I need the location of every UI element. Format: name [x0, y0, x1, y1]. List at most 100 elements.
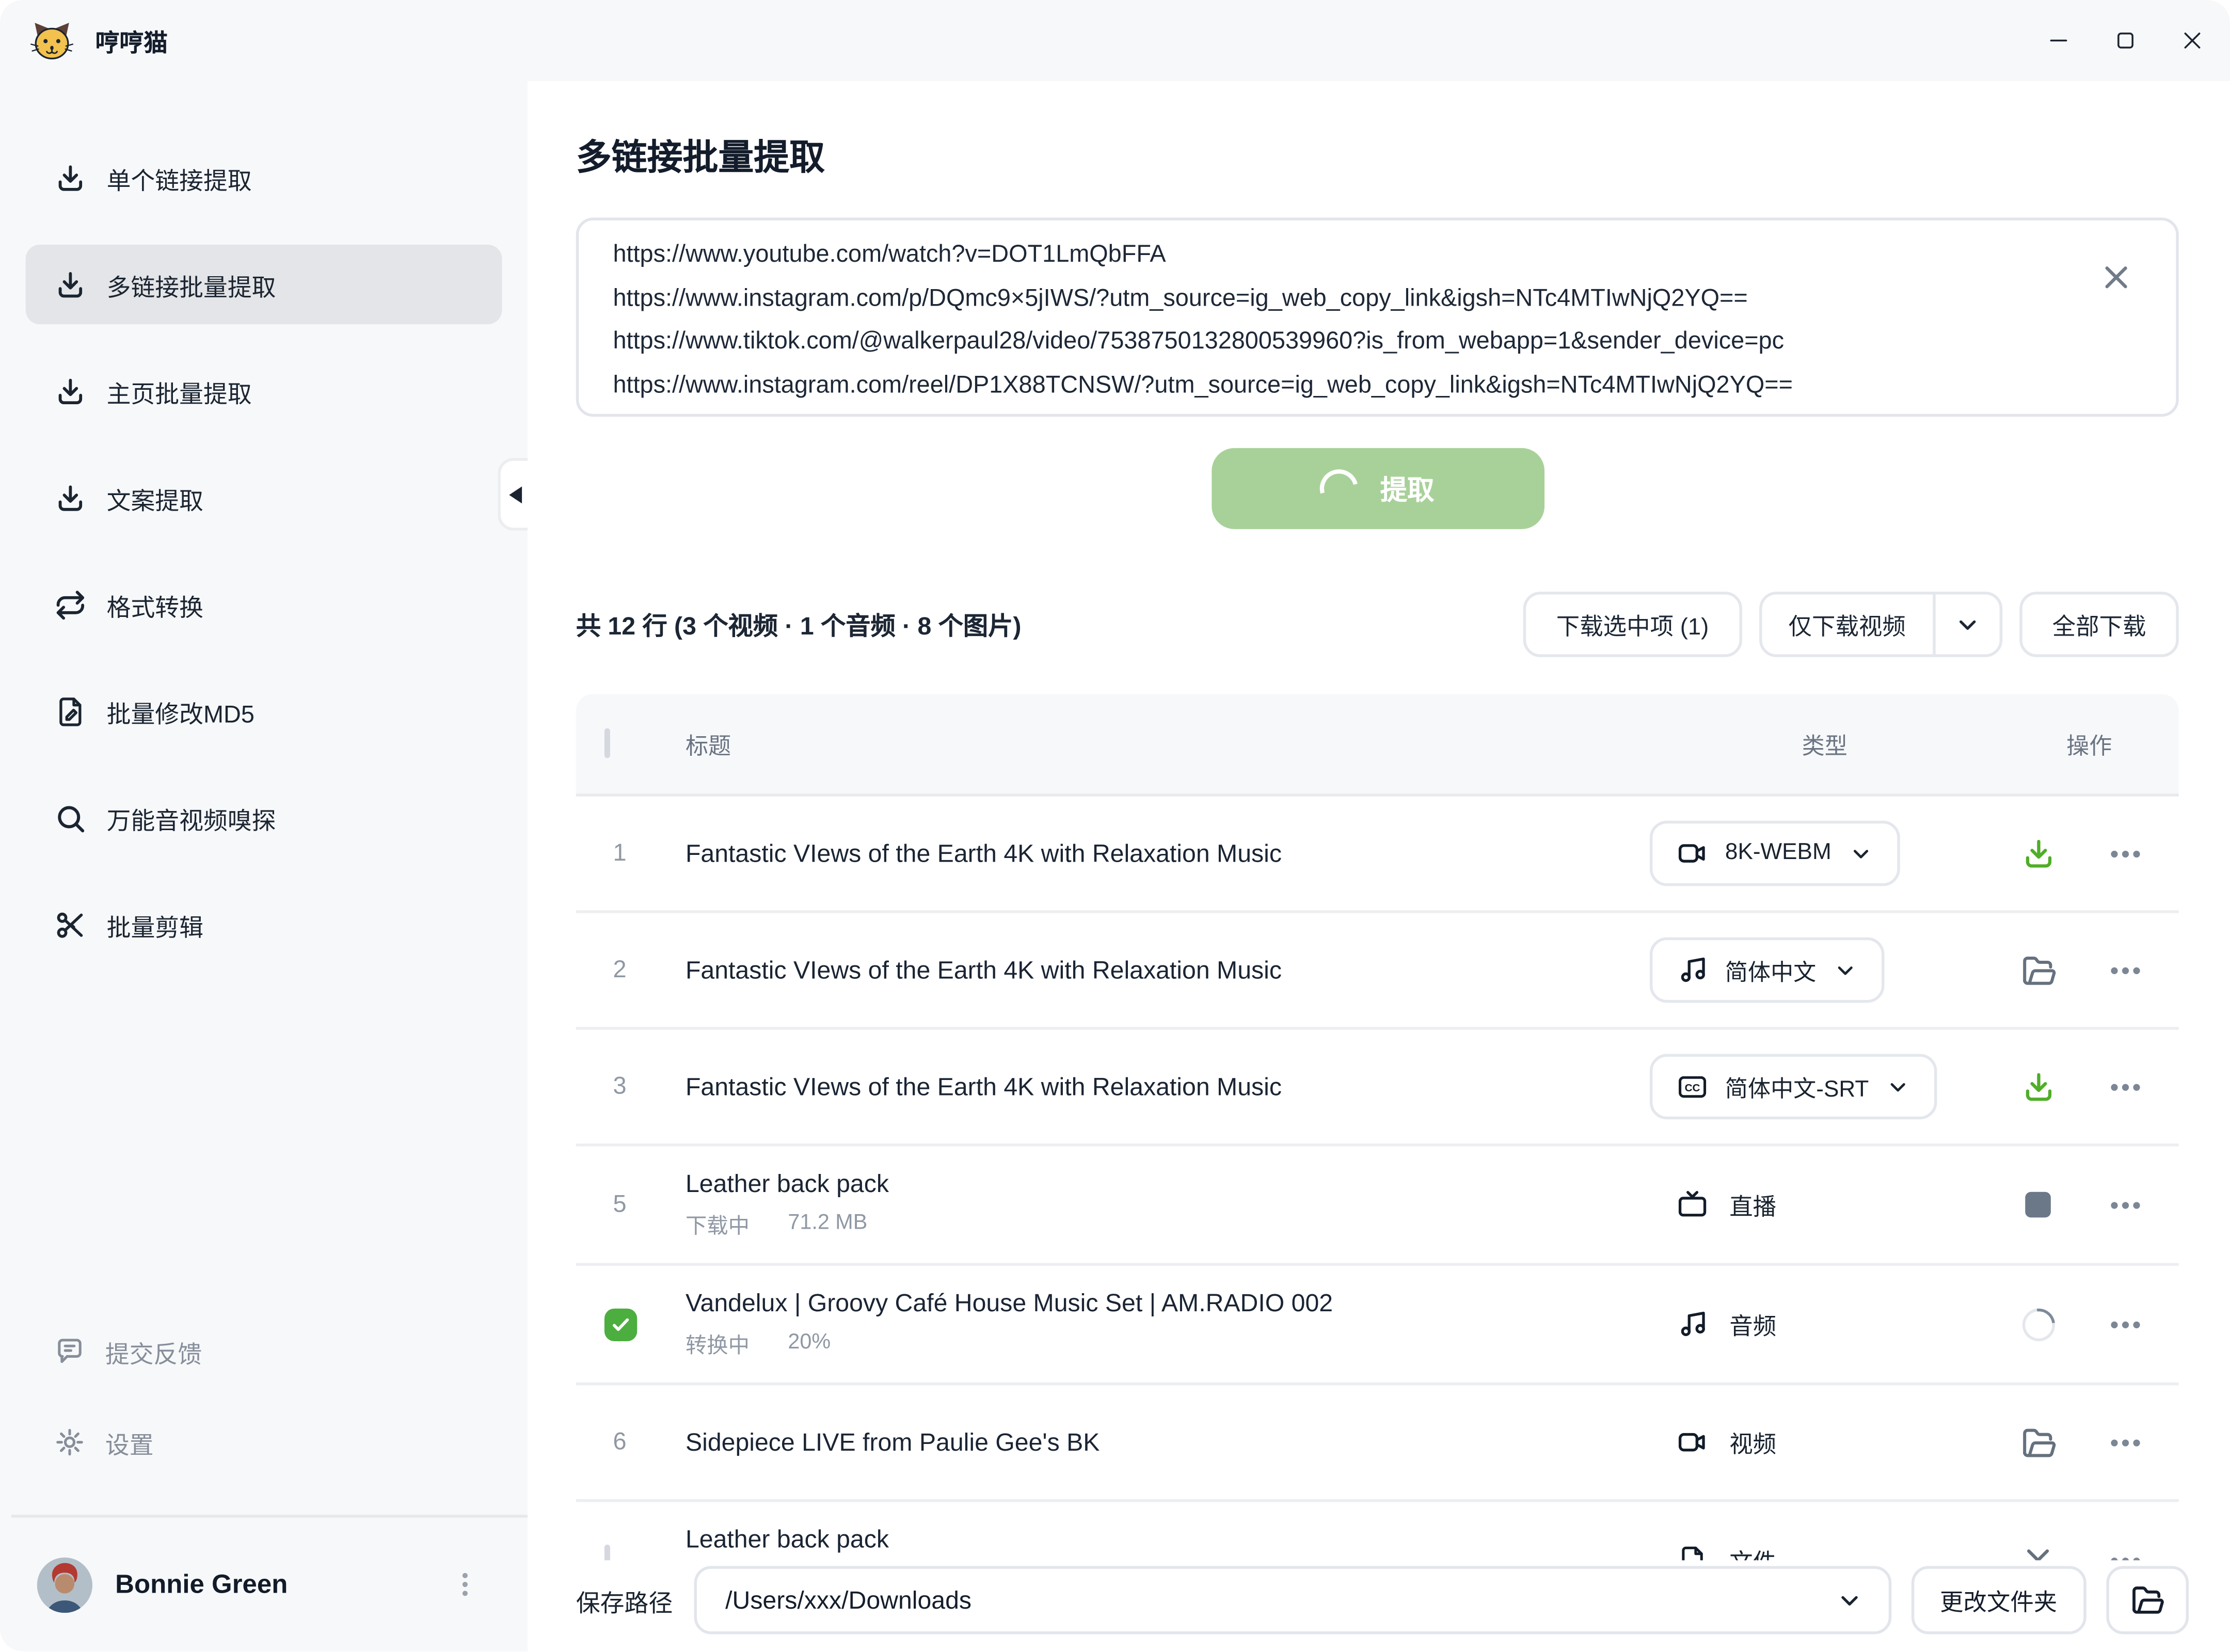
extract-button[interactable]: 提取 [1211, 448, 1544, 529]
status-detail: 20% [788, 1330, 831, 1360]
avatar [37, 1556, 92, 1612]
close-window-icon[interactable] [2180, 28, 2205, 53]
sidebar-item-single-link-extract[interactable]: 单个链接提取 [26, 138, 502, 217]
row-index: 3 [604, 1072, 627, 1099]
table-row: 6 Sidepiece LIVE from Paulie Gee's BK 视频 [576, 1385, 2179, 1502]
url-line: https://www.tiktok.com/@walkerpaul28/vid… [613, 320, 2076, 363]
url-input[interactable]: https://www.youtube.com/watch?v=DOT1LmQb… [576, 218, 2179, 417]
header-title: 标题 [686, 727, 1650, 761]
chevron-down-icon [1886, 1074, 1910, 1099]
row-title: Fantastic VIews of the Earth 4K with Rel… [686, 955, 1650, 985]
more-button[interactable] [2106, 835, 2143, 872]
sidebar-collapse-handle[interactable] [498, 458, 530, 531]
row-status: 下载中 71.2 MB [686, 1211, 1650, 1241]
gear-icon [54, 1426, 86, 1458]
table-row: 3 Fantastic VIews of the Earth 4K with R… [576, 1030, 2179, 1147]
ellipsis-icon [2107, 1069, 2143, 1104]
minimize-icon[interactable] [2047, 28, 2071, 53]
download-video-only-split-button[interactable]: 仅下载视频 [1759, 592, 2002, 657]
convert-icon [54, 588, 87, 621]
sidebar-item-label: 批量剪辑 [107, 907, 203, 942]
sidebar-item-multi-link-batch-extract[interactable]: 多链接批量提取 [26, 245, 502, 324]
settings-label: 设置 [105, 1424, 154, 1460]
header-action: 操作 [2000, 727, 2179, 761]
status-text: 转换中 [686, 1330, 750, 1360]
open-folder-button[interactable] [2019, 1424, 2057, 1461]
feedback-button[interactable]: 提交反馈 [26, 1323, 502, 1379]
more-button[interactable] [2106, 1068, 2143, 1105]
folder-open-icon [2020, 1424, 2056, 1460]
download-icon [54, 268, 87, 300]
video-icon [1677, 838, 1708, 869]
more-button[interactable] [2106, 1424, 2143, 1461]
sidebar: 单个链接提取 多链接批量提取 主页批量提取 文案提取 格式转换 批量修改MD5 [0, 81, 528, 1651]
scissors-icon [54, 908, 87, 941]
save-path-select[interactable]: /Users/xxx/Downloads [694, 1566, 1891, 1634]
row-title: Leather back pack [686, 1524, 1650, 1554]
row-index: 2 [604, 956, 627, 982]
sidebar-item-batch-modify-md5[interactable]: 批量修改MD5 [26, 671, 502, 751]
maximize-icon[interactable] [2113, 28, 2138, 53]
more-button[interactable] [2106, 951, 2143, 989]
row-title: Fantastic VIews of the Earth 4K with Rel… [686, 1072, 1650, 1102]
download-selected-button[interactable]: 下载选中项 (1) [1523, 592, 1741, 657]
music-icon [1677, 955, 1708, 986]
type-label-group: 直播 [1650, 1188, 2000, 1222]
row-status: 转换中 20% [686, 1330, 1650, 1360]
header-type: 类型 [1650, 727, 2000, 761]
type-label: 音频 [1729, 1307, 1776, 1341]
open-save-folder-button[interactable] [2106, 1566, 2188, 1634]
row-checkbox-checked[interactable] [604, 1308, 637, 1340]
more-button[interactable] [2106, 1306, 2143, 1343]
stop-button[interactable] [2019, 1186, 2057, 1224]
video-only-dropdown[interactable] [1936, 611, 2000, 638]
titlebar: 哼哼猫 [0, 0, 2230, 81]
more-button[interactable] [2106, 1186, 2143, 1224]
search-icon [54, 801, 87, 834]
main-content: 多链接批量提取 https://www.youtube.com/watch?v=… [528, 81, 2230, 1651]
sidebar-item-batch-clip[interactable]: 批量剪辑 [26, 885, 502, 964]
extract-button-label: 提取 [1380, 469, 1435, 507]
settings-button[interactable]: 设置 [26, 1414, 502, 1471]
sidebar-item-copywriting-extract[interactable]: 文案提取 [26, 458, 502, 537]
format-dropdown[interactable]: 简体中文-SRT [1650, 1054, 1937, 1120]
ellipsis-icon [2107, 836, 2143, 871]
user-menu-dots-icon[interactable] [451, 1570, 479, 1599]
row-title: Vandelux | Groovy Café House Music Set |… [686, 1289, 1650, 1319]
format-label: 简体中文 [1725, 953, 1816, 987]
open-folder-button[interactable] [2019, 951, 2057, 989]
sidebar-footer: 提交反馈 设置 [0, 1323, 528, 1651]
folder-open-icon [2130, 1583, 2164, 1617]
download-all-button[interactable]: 全部下载 [2019, 592, 2179, 657]
sidebar-item-format-convert[interactable]: 格式转换 [26, 565, 502, 644]
status-detail: 71.2 MB [788, 1211, 867, 1241]
chat-bubble-icon [54, 1336, 86, 1367]
table-row: 5 Leather back pack 下载中 71.2 MB 直播 [576, 1147, 2179, 1266]
select-all-checkbox[interactable] [604, 728, 610, 758]
format-dropdown[interactable]: 简体中文 [1650, 938, 1885, 1003]
feedback-label: 提交反馈 [105, 1333, 202, 1369]
file-edit-icon [54, 695, 87, 727]
clear-input-icon[interactable] [2099, 260, 2133, 294]
download-icon [54, 375, 87, 407]
download-button[interactable] [2019, 1068, 2057, 1105]
format-dropdown[interactable]: 8K-WEBM [1650, 821, 1900, 886]
sidebar-item-label: 万能音视频嗅探 [107, 800, 276, 836]
sidebar-item-label: 多链接批量提取 [107, 267, 276, 303]
page-title: 多链接批量提取 [576, 130, 2179, 181]
download-icon [2020, 1069, 2056, 1104]
table-row: 2 Fantastic VIews of the Earth 4K with R… [576, 913, 2179, 1030]
sidebar-item-homepage-batch-extract[interactable]: 主页批量提取 [26, 352, 502, 431]
format-label: 简体中文-SRT [1725, 1070, 1869, 1104]
video-icon [1677, 1426, 1708, 1458]
window-controls [2047, 28, 2205, 53]
download-all-label: 全部下载 [2052, 607, 2146, 641]
save-path-bar: 保存路径 /Users/xxx/Downloads 更改文件夹 [528, 1560, 2230, 1651]
sidebar-item-media-sniffer[interactable]: 万能音视频嗅探 [26, 778, 502, 857]
app-title: 哼哼猫 [95, 23, 168, 58]
music-icon [1677, 1309, 1708, 1340]
change-folder-button[interactable]: 更改文件夹 [1912, 1566, 2085, 1634]
download-button[interactable] [2019, 835, 2057, 872]
sidebar-nav: 单个链接提取 多链接批量提取 主页批量提取 文案提取 格式转换 批量修改MD5 [0, 81, 528, 991]
app-window: 哼哼猫 单个链接提取 多链接批量提取 主页批量提取 文案提取 [0, 0, 2230, 1651]
